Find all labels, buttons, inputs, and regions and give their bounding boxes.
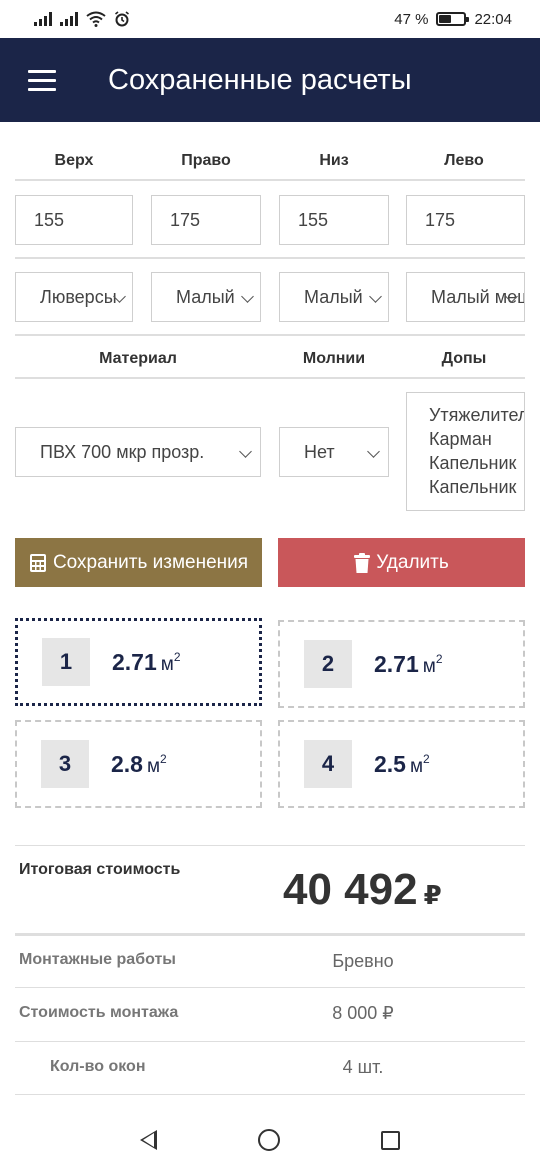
divider: [15, 845, 525, 846]
chevron-down-icon: [241, 290, 254, 303]
divider: [15, 257, 525, 259]
chevron-down-icon: [369, 290, 382, 303]
divider: [15, 1094, 525, 1095]
divider: [15, 179, 525, 181]
bottom-fastening-select[interactable]: Малый: [279, 272, 389, 322]
left-fastening-select[interactable]: Малый мешок: [406, 272, 525, 322]
label-material: Материал: [99, 350, 177, 367]
left-input[interactable]: 175: [406, 195, 525, 245]
windows-count-label: Кол-во окон: [50, 1058, 146, 1075]
select-value: Люверсы: [40, 286, 117, 307]
window-card-4[interactable]: 4 2.5 м2: [278, 720, 525, 808]
signal-icon-2: [60, 12, 78, 26]
label-right: Право: [181, 152, 231, 169]
label-extras: Допы: [441, 350, 487, 367]
window-card-3[interactable]: 3 2.8 м2: [15, 720, 262, 808]
wifi-icon: [86, 11, 106, 27]
battery-percent: 47 %: [394, 10, 429, 28]
delete-label: Удалить: [376, 551, 449, 573]
zippers-select[interactable]: Нет: [279, 427, 389, 477]
page-title: Сохраненные расчеты: [108, 63, 412, 96]
status-right: 47 % 22:04: [394, 11, 512, 28]
select-value: Нет: [304, 441, 335, 462]
window-card-2[interactable]: 2 2.71 м2: [278, 620, 525, 708]
divider: [15, 1041, 525, 1042]
trash-icon: [354, 552, 371, 573]
installation-cost-label: Стоимость монтажа: [19, 1004, 179, 1021]
system-nav-bar: [0, 1110, 540, 1170]
chevron-down-icon: [239, 445, 252, 458]
battery-icon: [436, 12, 470, 26]
select-value: ПВХ 700 мкр прозр.: [40, 441, 205, 462]
divider: [15, 987, 525, 988]
label-bottom: Низ: [319, 152, 349, 169]
window-area: 2.71 м2: [374, 650, 443, 677]
window-number: 4: [304, 740, 352, 788]
save-changes-button[interactable]: Сохранить изменения: [15, 538, 262, 587]
menu-icon[interactable]: [0, 38, 84, 122]
bottom-input[interactable]: 155: [279, 195, 389, 245]
divider: [15, 377, 525, 379]
home-icon[interactable]: [257, 1129, 280, 1151]
label-zippers: Молнии: [302, 350, 366, 367]
select-value: Малый: [304, 286, 363, 307]
window-card-1[interactable]: 1 2.71 м2: [15, 618, 262, 706]
installation-value: Бревно: [332, 951, 394, 971]
alarm-icon: [115, 11, 129, 27]
clock: 22:04: [474, 10, 512, 28]
label-top: Верх: [54, 152, 94, 169]
select-value: Малый: [176, 286, 235, 307]
app-bar: Сохраненные расчеты: [0, 38, 540, 122]
status-bar: 47 % 22:04: [0, 0, 540, 38]
signal-icon: [34, 12, 52, 26]
top-input[interactable]: 155: [15, 195, 133, 245]
battery-fill: [439, 15, 451, 23]
label-left: Лево: [444, 152, 484, 169]
window-area: 2.71 м2: [112, 648, 181, 675]
list-item[interactable]: Карман: [429, 427, 524, 451]
extras-listbox[interactable]: Утяжелитель Карман Капельник Капельник: [406, 392, 525, 511]
chevron-down-icon: [367, 445, 380, 458]
windows-count-value: 4 шт.: [342, 1057, 384, 1077]
total-value: 40 492 ₽: [283, 865, 442, 914]
window-number: 1: [42, 638, 90, 686]
installation-label: Монтажные работы: [19, 951, 176, 968]
window-area: 2.5 м2: [374, 750, 430, 777]
save-label: Сохранить изменения: [52, 551, 249, 573]
right-fastening-select[interactable]: Малый: [151, 272, 261, 322]
material-select[interactable]: ПВХ 700 мкр прозр.: [15, 427, 261, 477]
list-item[interactable]: Капельник: [429, 451, 524, 475]
right-input[interactable]: 175: [151, 195, 261, 245]
list-item[interactable]: Утяжелитель: [429, 403, 524, 427]
delete-button[interactable]: Удалить: [278, 538, 525, 587]
list-item[interactable]: Капельник: [429, 475, 524, 499]
window-area: 2.8 м2: [111, 750, 167, 777]
divider: [15, 933, 525, 936]
window-number: 2: [304, 640, 352, 688]
back-icon[interactable]: [140, 1130, 158, 1150]
installation-cost-value: 8 000 ₽: [332, 1003, 394, 1023]
top-fastening-select[interactable]: Люверсы: [15, 272, 133, 322]
divider: [15, 334, 525, 336]
status-icons: [34, 11, 130, 27]
calculator-icon: [29, 553, 46, 572]
recent-apps-icon[interactable]: [380, 1130, 400, 1150]
window-number: 3: [41, 740, 89, 788]
total-label: Итоговая стоимость: [19, 861, 181, 878]
